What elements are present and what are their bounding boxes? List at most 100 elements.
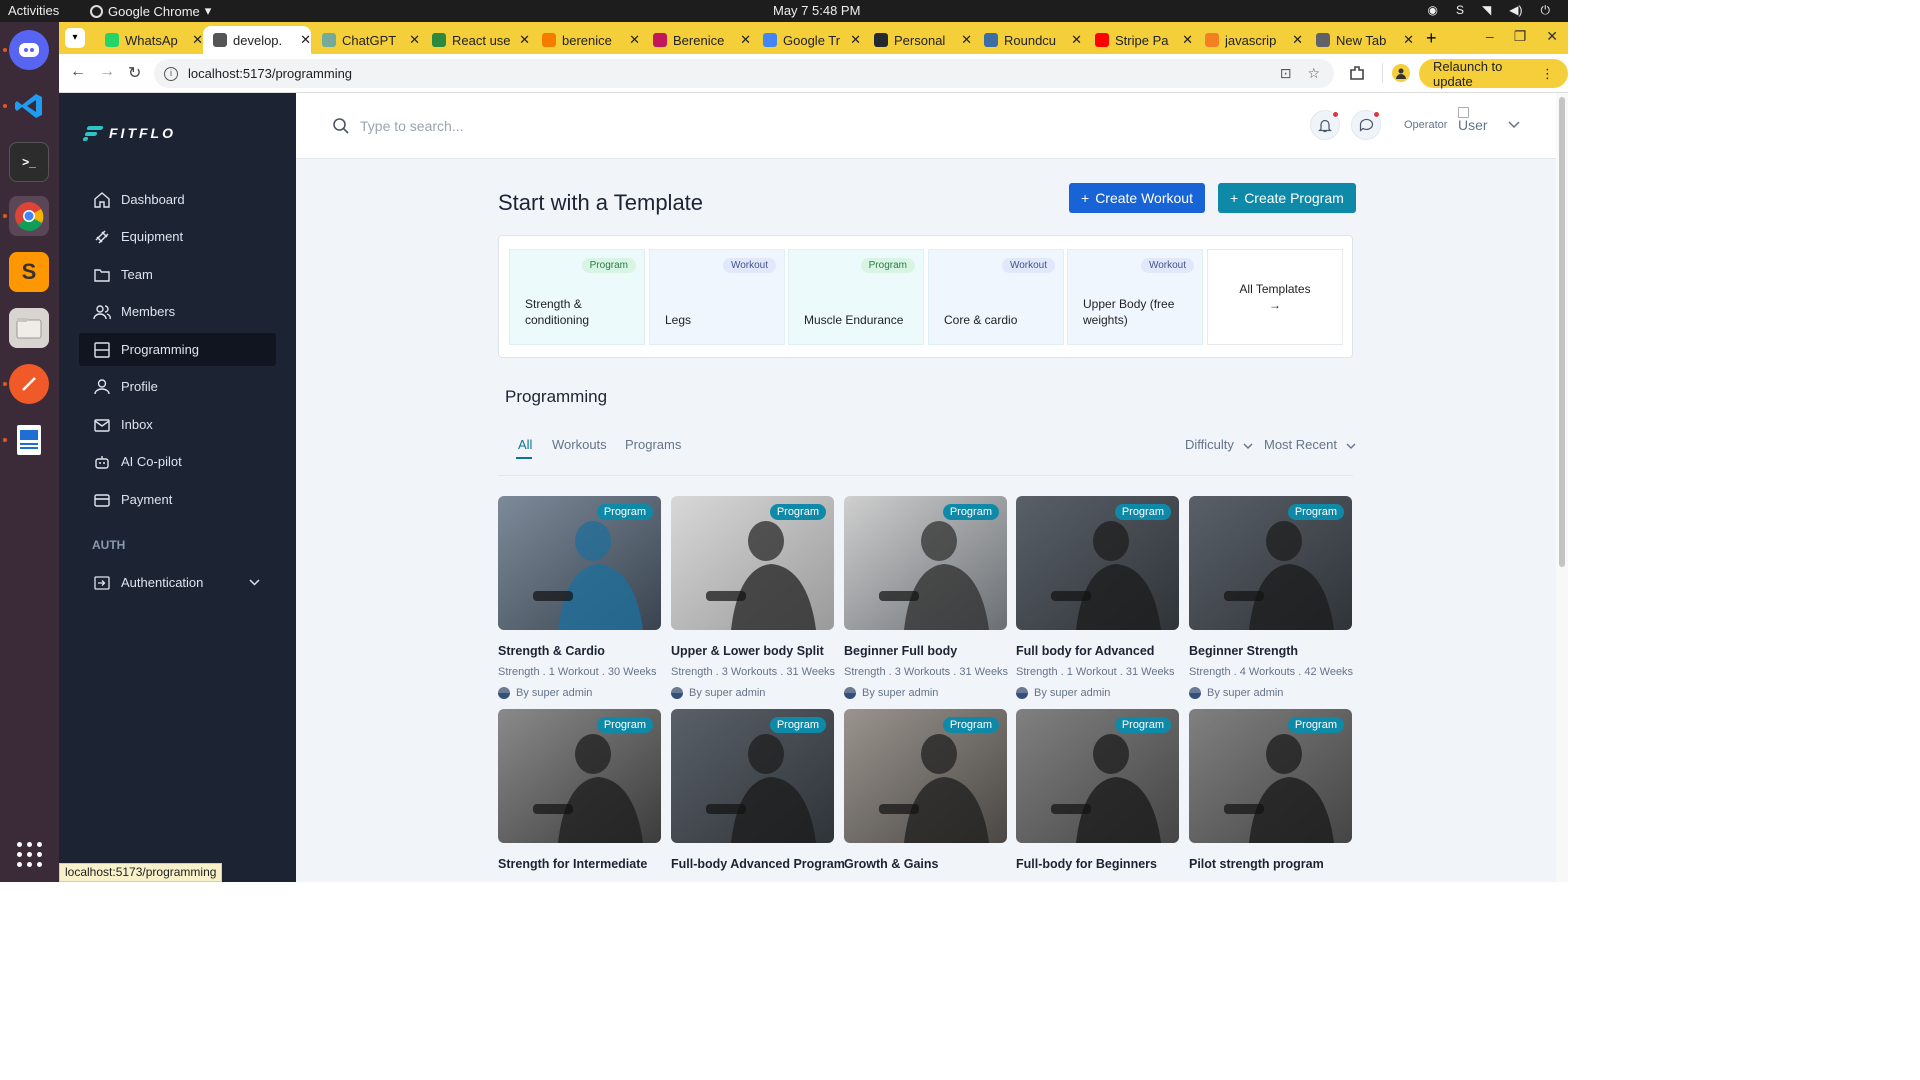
browser-tab[interactable]: New Tab ✕ [1306, 26, 1414, 54]
program-title[interactable]: Full body for Advanced [1016, 644, 1179, 658]
create-workout-button[interactable]: + Create Workout [1069, 183, 1205, 213]
program-title[interactable]: Full-body Advanced Program [671, 857, 845, 871]
difficulty-dropdown[interactable]: Difficulty [1185, 437, 1253, 452]
url-text[interactable]: localhost:5173/programming [188, 66, 352, 81]
browser-tab[interactable]: Google Tr ✕ [753, 26, 861, 54]
program-image[interactable]: Program [1016, 709, 1179, 843]
messages-button[interactable] [1351, 110, 1381, 140]
activities-button[interactable]: Activities [8, 3, 59, 18]
browser-tab[interactable]: WhatsAp ✕ [95, 26, 203, 54]
relaunch-button[interactable]: Relaunch to update ⋮ [1419, 59, 1568, 89]
program-title[interactable]: Strength & Cardio [498, 644, 661, 658]
close-tab-icon[interactable]: ✕ [1071, 32, 1082, 48]
program-card[interactable]: Program Strength & Cardio Strength . 1 Wor… [498, 496, 661, 699]
program-title[interactable]: Full-body for Beginners [1016, 857, 1179, 871]
sidebar-item-programming[interactable]: Programming [79, 333, 276, 366]
create-program-button[interactable]: + Create Program [1218, 183, 1356, 213]
browser-tab[interactable]: React use ✕ [422, 26, 530, 54]
search-icon[interactable] [332, 117, 350, 135]
close-tab-icon[interactable]: ✕ [961, 32, 972, 48]
program-image[interactable]: Program [1189, 709, 1352, 843]
cast-blocked-icon[interactable]: ⊡ [1280, 65, 1292, 82]
program-title[interactable]: Beginner Full body [844, 644, 1007, 658]
all-templates-button[interactable]: All Templates → [1207, 249, 1343, 345]
back-icon[interactable]: ← [70, 63, 86, 81]
show-apps-icon[interactable] [17, 842, 43, 868]
extensions-icon[interactable] [1348, 64, 1366, 82]
program-title[interactable]: Strength for Intermediate [498, 857, 661, 871]
app-menu[interactable]: Google Chrome ▾ [90, 3, 211, 19]
tab-all[interactable]: All [518, 437, 532, 452]
program-card[interactable]: Program Full body for Advanced Strength . … [1016, 496, 1179, 699]
program-card[interactable]: Program Full-body for Beginners [1016, 709, 1179, 871]
program-card[interactable]: Program Strength for Intermediate [498, 709, 661, 871]
program-image[interactable]: Program [1016, 496, 1179, 630]
site-info-icon[interactable]: i [164, 66, 178, 81]
sidebar-item-ai-co-pilot[interactable]: AI Co-pilot [79, 445, 276, 478]
volume-icon[interactable]: ◀) [1509, 3, 1522, 18]
program-title[interactable]: Growth & Gains [844, 857, 1007, 871]
browser-tab[interactable]: Personal ✕ [864, 26, 972, 54]
new-tab-button[interactable]: + [1426, 28, 1437, 49]
bookmark-star-icon[interactable]: ☆ [1307, 65, 1320, 82]
sidebar-item-dashboard[interactable]: Dashboard [79, 183, 276, 216]
program-card[interactable]: Program Pilot strength program [1189, 709, 1352, 871]
program-image[interactable]: Program [671, 709, 834, 843]
tab-search-icon[interactable]: ▾ [65, 28, 85, 48]
sort-dropdown[interactable]: Most Recent [1264, 437, 1356, 452]
browser-tab[interactable]: berenice ✕ [532, 26, 640, 54]
program-card[interactable]: Program Upper & Lower body Split Strength … [671, 496, 835, 699]
vscode-icon[interactable] [9, 86, 49, 126]
sidebar-item-members[interactable]: Members [79, 295, 276, 328]
browser-tab[interactable]: ChatGPT ✕ [312, 26, 420, 54]
maximize-icon[interactable]: ❐ [1514, 28, 1527, 45]
minimize-icon[interactable]: – [1486, 28, 1494, 45]
program-image[interactable]: Program [498, 496, 661, 630]
browser-tab[interactable]: Roundcu ✕ [974, 26, 1082, 54]
close-tab-icon[interactable]: ✕ [409, 32, 420, 48]
template-card[interactable]: Workout Upper Body (free weights) [1067, 249, 1203, 345]
clock[interactable]: May 7 5:48 PM [773, 3, 860, 18]
sidebar-item-equipment[interactable]: Equipment [79, 220, 276, 253]
system-tray[interactable]: ◉ S ◥ ◀) ⏻ [1428, 3, 1550, 18]
program-image[interactable]: Program [844, 496, 1007, 630]
chevron-down-icon[interactable] [1508, 117, 1520, 131]
user-avatar[interactable]: User [1458, 107, 1488, 132]
close-window-icon[interactable]: ✕ [1546, 28, 1558, 45]
close-tab-icon[interactable]: ✕ [192, 32, 203, 48]
discord-tray-icon[interactable]: ◉ [1428, 3, 1438, 18]
close-tab-icon[interactable]: ✕ [519, 32, 530, 48]
close-tab-icon[interactable]: ✕ [1182, 32, 1193, 48]
profile-icon[interactable] [1392, 64, 1410, 82]
chrome-dock-icon[interactable] [9, 196, 49, 236]
template-card[interactable]: Workout Legs [649, 249, 785, 345]
browser-tab[interactable]: Stripe Pa ✕ [1085, 26, 1193, 54]
sidebar-item-payment[interactable]: Payment [79, 483, 276, 516]
program-card[interactable]: Program Beginner Full body Strength . 3 Wo… [844, 496, 1008, 699]
program-image[interactable]: Program [671, 496, 834, 630]
fitflo-logo[interactable]: FITFLO [82, 125, 176, 141]
template-card[interactable]: Workout Core & cardio [928, 249, 1064, 345]
program-card[interactable]: Program Beginner Strength Strength . 4 Wor… [1189, 496, 1353, 699]
tab-programs[interactable]: Programs [625, 437, 681, 452]
reload-icon[interactable]: ↻ [128, 63, 141, 83]
postman-icon[interactable] [9, 364, 49, 404]
close-tab-icon[interactable]: ✕ [1403, 32, 1414, 48]
program-title[interactable]: Pilot strength program [1189, 857, 1352, 871]
writer-icon[interactable] [9, 420, 49, 460]
forward-icon[interactable]: → [99, 63, 115, 81]
program-card[interactable]: Program Growth & Gains [844, 709, 1007, 871]
notifications-button[interactable] [1310, 110, 1340, 140]
tab-workouts[interactable]: Workouts [552, 437, 607, 452]
close-tab-icon[interactable]: ✕ [740, 32, 751, 48]
close-tab-icon[interactable]: ✕ [1292, 32, 1303, 48]
sidebar-item-inbox[interactable]: Inbox [79, 408, 276, 441]
discord-icon[interactable] [9, 30, 49, 70]
template-card[interactable]: Program Strength & conditioning [509, 249, 645, 345]
search-input[interactable] [360, 113, 760, 139]
sidebar-item-authentication[interactable]: Authentication [79, 566, 276, 599]
program-image[interactable]: Program [498, 709, 661, 843]
template-card[interactable]: Program Muscle Endurance [788, 249, 924, 345]
address-bar[interactable]: i localhost:5173/programming ⊡ ☆ [154, 59, 1334, 88]
close-tab-icon[interactable]: ✕ [850, 32, 861, 48]
